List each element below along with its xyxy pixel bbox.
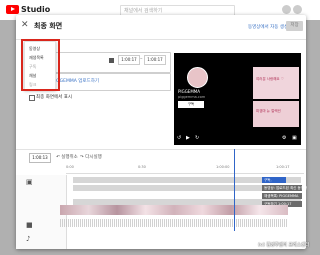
- channel-avatar: [187, 67, 208, 88]
- audio-waveform: [60, 219, 288, 227]
- fullscreen-icon[interactable]: ▣: [292, 135, 297, 141]
- close-icon[interactable]: ✕: [21, 20, 29, 30]
- clip-2[interactable]: 재생목록: PIGGEMMA: [262, 193, 302, 199]
- settings-icon[interactable]: ⚙: [282, 135, 286, 141]
- undo-button[interactable]: ↶ 실행취소: [56, 154, 78, 160]
- play-icon[interactable]: ▶: [186, 135, 190, 141]
- video-thumbnail-2[interactable]: 피겜마 뉴 컬렉션: [253, 101, 299, 127]
- start-time-input[interactable]: 1:00:17: [118, 55, 140, 65]
- upload-icon[interactable]: [282, 5, 291, 14]
- trash-icon[interactable]: [109, 58, 114, 63]
- end-screen-modal: ✕ 최종 화면 동영상에서 자동 생성 저장 + 21 1:00:17 – 1:…: [16, 15, 307, 249]
- clip-1[interactable]: 동영상: 업로드된 최신 동영상: [262, 185, 307, 191]
- thumb2-title: 피겜마 뉴 컬렉션: [256, 109, 281, 113]
- topbar-actions: [280, 5, 314, 15]
- show-checkbox-label: 최종 화면에서 표시: [36, 95, 72, 100]
- active-clip[interactable]: 구독, PIGGEMMA 업로드하기: [262, 177, 286, 194]
- redo-label: 다시실행: [85, 155, 102, 160]
- timeline-divider: [16, 149, 306, 150]
- audio-track-icon: ♪: [26, 235, 31, 243]
- highlight-box: [21, 39, 60, 91]
- subscribe-button[interactable]: 구독: [178, 101, 204, 108]
- player-controls: ↺ ▶ ↻ ⚙ ▣: [174, 133, 301, 145]
- studio-label: Studio: [21, 5, 51, 14]
- video-filmstrip: [60, 205, 288, 215]
- end-time-input[interactable]: 1:00:17: [144, 55, 166, 65]
- channel-subtitle: piggemma.com: [178, 95, 206, 99]
- video-track-icon: ■: [26, 221, 33, 229]
- thumb1-title: 여러분 사랑해요 ♡: [256, 77, 284, 81]
- undo-label: 실행취소: [61, 155, 78, 160]
- auto-generate-link[interactable]: 동영상에서 자동 생성: [248, 24, 288, 30]
- forward-icon[interactable]: ↻: [195, 135, 199, 141]
- tick-label: 0:00: [66, 165, 74, 169]
- channel-name: PIGGEMMA: [178, 89, 200, 94]
- avatar[interactable]: [293, 5, 302, 14]
- endscreen-track-icon: ▣: [26, 178, 33, 186]
- watermark: (c) 김성주엔터 프레스센터: [258, 243, 310, 248]
- time-separator: –: [140, 56, 143, 62]
- tick-label: 0:30: [138, 165, 146, 169]
- redo-button[interactable]: ↷ 다시실행: [80, 154, 102, 160]
- timeline-time[interactable]: 1:00:13: [29, 153, 51, 163]
- modal-title: 최종 화면: [34, 22, 63, 30]
- show-checkbox[interactable]: [29, 95, 35, 101]
- playhead[interactable]: [234, 149, 235, 231]
- video-thumbnail-1[interactable]: 여러분 사랑해요 ♡: [253, 67, 299, 99]
- save-button[interactable]: 저장: [286, 21, 303, 31]
- tick-label: 1:00:00: [216, 165, 230, 169]
- youtube-logo-icon: [6, 5, 19, 14]
- tick-label: 1:00:17: [276, 165, 290, 169]
- rewind-icon[interactable]: ↺: [177, 135, 181, 141]
- timeline-ruler: 0:00 0:30 1:00:00 1:00:17: [66, 163, 304, 174]
